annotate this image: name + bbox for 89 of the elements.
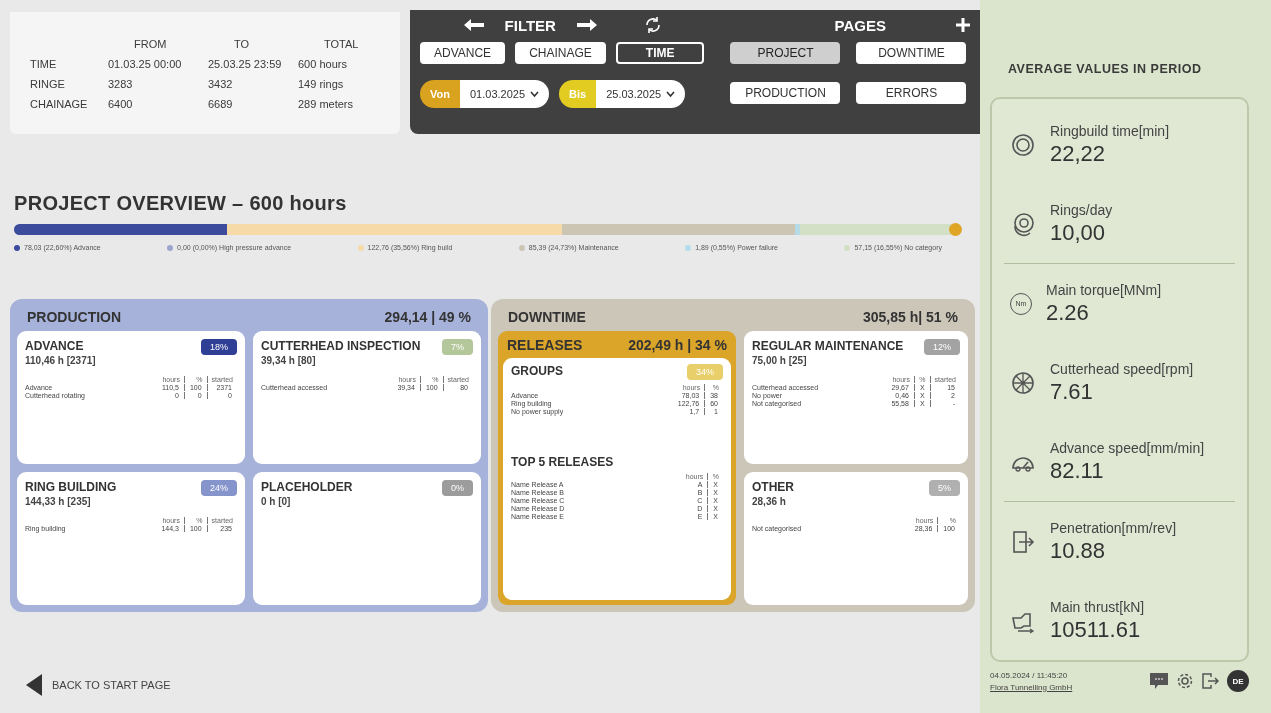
date-tag: Von [420, 80, 460, 108]
table-cell-text: 289 meters [298, 98, 355, 110]
card-title: REGULAR MAINTENANCE [752, 339, 904, 353]
card-subtitle: 75,00 h [25] [752, 355, 808, 366]
chat-icon[interactable] [1150, 673, 1168, 689]
card-title: RING BUILDING [25, 480, 117, 494]
row-label: CHAINAGE [30, 98, 89, 110]
timestamp: 04.05.2024 / 11:45:20 [990, 670, 1069, 680]
wheel-icon [1010, 369, 1036, 396]
percent-badge: 7% [442, 339, 473, 355]
pages-title: PAGES [834, 16, 886, 34]
table-cell-text: 6689 [208, 98, 234, 110]
column-header: FROM [133, 38, 168, 50]
averages-title: AVERAGE VALUES IN PERIOD [1007, 62, 1203, 76]
section-title: TOP 5 RELEASES [511, 455, 614, 469]
filter-tab[interactable]: TIME [615, 42, 705, 64]
column-header: TOTAL [323, 38, 360, 50]
section-title: GROUPS [511, 364, 563, 378]
metric-label: Cutterhead speed[rpm] [1050, 360, 1194, 377]
metric-value: 10,00 [1050, 219, 1107, 246]
language-button[interactable]: DE [1227, 670, 1249, 692]
refresh-icon[interactable] [643, 16, 662, 34]
card-subtitle: 144,33 h [235] [25, 496, 92, 507]
panel-total: 294,14 | 49 % [384, 309, 471, 325]
settings-icon[interactable] [1176, 672, 1194, 690]
card-subtitle: 39,34 h [80] [261, 355, 317, 366]
metric-value: 22,22 [1050, 140, 1107, 167]
table-cell-text: 01.03.25 00:00 [108, 58, 183, 70]
table-cell-text: 149 rings [298, 78, 345, 90]
panel-total: 305,85 h| 51 % [863, 309, 958, 325]
filter-tab[interactable]: CHAINAGE [515, 42, 606, 64]
back-triangle-icon [26, 674, 42, 696]
metric-value: 82.11 [1050, 457, 1105, 484]
percent-badge: 18% [201, 339, 237, 355]
metric-label: Penetration[mm/rev] [1050, 519, 1177, 536]
percent-badge: 34% [687, 364, 723, 380]
arrow-right-icon[interactable] [575, 18, 598, 32]
panel-title: PRODUCTION [27, 309, 122, 325]
metric-label: Main thrust[kN] [1050, 598, 1145, 615]
card-subtitle: 0 h [0] [261, 496, 292, 507]
chevron-down-icon [666, 90, 676, 98]
table-cell-text: 25.03.25 23:59 [208, 58, 283, 70]
card-title: OTHER [752, 480, 794, 494]
percent-badge: 0% [442, 480, 473, 496]
percent-badge: 12% [924, 339, 960, 355]
percent-badge: 24% [201, 480, 237, 496]
arrow-left-icon[interactable] [462, 18, 485, 32]
metric-label: Advance speed[mm/min] [1050, 439, 1205, 456]
row-label: RINGE [30, 78, 66, 90]
metric-label: Ringbuild time[min] [1050, 122, 1170, 139]
overview-title: PROJECT OVERVIEW – 600 hours [14, 192, 348, 215]
panel-title: DOWNTIME [508, 309, 586, 325]
filter-tab[interactable]: ADVANCE [420, 42, 506, 64]
row-label: TIME [30, 58, 58, 70]
metric-value: 10511.61 [1050, 616, 1142, 643]
percent-badge: 5% [929, 480, 960, 496]
bar-end-dot [949, 223, 962, 236]
table-cell-text: 3432 [208, 78, 234, 90]
date-dropdown[interactable]: 01.03.2025 [459, 80, 550, 108]
table-cell-text: 600 hours [298, 58, 348, 70]
metric-value: 2.26 [1046, 299, 1090, 326]
back-link[interactable]: BACK TO START PAGE [26, 674, 171, 696]
panel-arrow-icon [1010, 528, 1036, 555]
card-subtitle: 110,46 h [2371] [25, 355, 96, 366]
date-dropdown[interactable]: 25.03.2025 [596, 80, 686, 108]
card-title: CUTTERHEAD INSPECTION [261, 339, 421, 353]
panel-total: 202,49 h | 34 % [628, 337, 727, 353]
card-title: ADVANCE [25, 339, 85, 353]
metric-label: Main torque[MNm] [1046, 281, 1162, 298]
metric-label: Rings/day [1050, 201, 1113, 218]
filter-title: FILTER [504, 16, 556, 34]
add-icon[interactable] [956, 18, 970, 32]
page-button[interactable]: PRODUCTION [730, 82, 841, 104]
panel-title: RELEASES [507, 337, 583, 353]
date-tag: Bis [559, 80, 597, 108]
table-cell-text: 6400 [108, 98, 134, 110]
ring-icon [1010, 131, 1036, 158]
table-cell-text: 3283 [108, 78, 134, 90]
chevron-down-icon [530, 90, 540, 98]
metric-value: 10.88 [1050, 537, 1107, 564]
company-link[interactable]: Flora Tunnelling GmbH [990, 682, 1073, 692]
card-title: PLACEHOLDER [261, 480, 353, 494]
card-subtitle: 28,36 h [752, 496, 787, 507]
page-button[interactable]: DOWNTIME [856, 42, 967, 64]
metric-value: 7.61 [1050, 378, 1094, 405]
logout-icon[interactable] [1202, 673, 1219, 689]
column-header: TO [233, 38, 251, 50]
page-button[interactable]: ERRORS [856, 82, 967, 104]
page-button[interactable]: PROJECT [730, 42, 841, 64]
